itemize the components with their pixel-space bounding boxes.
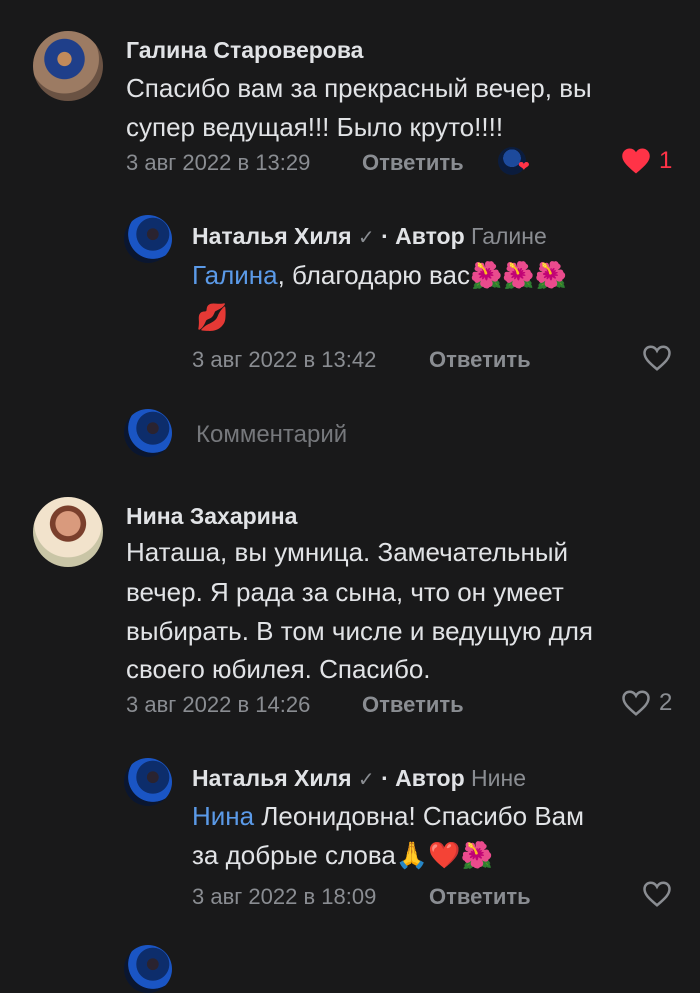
like-button[interactable]: 1 — [621, 147, 672, 175]
like-button[interactable]: 2 — [621, 689, 672, 717]
reply-button[interactable]: Ответить — [362, 692, 464, 718]
reply-text: , благодарю вас — [277, 260, 470, 290]
comment-text-line: своего юбилея. Спасибо. — [126, 654, 431, 684]
like-count: 2 — [659, 689, 673, 716]
comment-text-line: Спасибо вам за прекрасный вечер, вы — [126, 73, 592, 103]
heart-filled-icon — [622, 148, 650, 174]
heart-outline-icon — [643, 881, 671, 907]
like-button[interactable] — [642, 880, 672, 908]
comment-text-line: выбирать. В том числе и ведущую для — [126, 616, 593, 646]
reply-to[interactable]: Нине — [471, 765, 526, 791]
kiss-emoji: 💋 — [196, 303, 229, 333]
avatar-nina[interactable] — [33, 497, 103, 567]
avatar-galina[interactable] — [33, 31, 103, 101]
author-badge: · Автор — [381, 223, 465, 249]
reply-button[interactable]: Ответить — [429, 347, 531, 373]
reply-date: 3 авг 2022 в 18:09 — [192, 884, 377, 909]
comment-author[interactable]: Нина Захарина — [126, 503, 297, 530]
reply-author[interactable]: Наталья Хиля — [192, 223, 352, 249]
like-count: 1 — [659, 147, 673, 174]
reply-author-line: Наталья Хиля ✓ · Автор Нине — [192, 765, 526, 792]
comment-author[interactable]: Галина Староверова — [126, 37, 363, 64]
like-button[interactable] — [642, 344, 672, 372]
avatar-natalya[interactable] — [124, 945, 172, 993]
reply-text: Леонидовна! Спасибо Вам — [254, 801, 585, 831]
liker-heart-icon: ❤ — [518, 158, 530, 174]
reply-text-line: Галина, благодарю вас🌺🌺🌺 — [192, 256, 567, 295]
reply-text-line: за добрые слова🙏❤️🌺 — [192, 836, 493, 875]
comment-date: 3 авг 2022 в 13:29 — [126, 150, 311, 175]
reply-to[interactable]: Галине — [471, 223, 547, 249]
reply-author[interactable]: Наталья Хиля — [192, 765, 352, 791]
flower-emoji: 🌺🌺🌺 — [470, 261, 568, 291]
reply-button[interactable]: Ответить — [429, 884, 531, 910]
reply-text: за добрые слова — [192, 840, 396, 870]
mention-link[interactable]: Галина — [192, 260, 278, 290]
reply-date: 3 авг 2022 в 13:42 — [192, 347, 377, 372]
comment-input[interactable]: Комментарий — [196, 421, 347, 449]
heart-outline-icon — [643, 345, 671, 371]
reply-text-line: Нина Леонидовна! Спасибо Вам — [192, 797, 584, 835]
emoji-group: 🙏❤️🌺 — [395, 841, 493, 871]
mention-link[interactable]: Нина — [192, 801, 254, 831]
comment-text-line: вечер. Я рада за сына, что он умеет — [126, 577, 564, 607]
author-badge: · Автор — [381, 765, 465, 791]
verified-icon: ✓ — [357, 227, 375, 249]
reply-button[interactable]: Ответить — [362, 150, 464, 176]
heart-outline-icon — [622, 690, 650, 716]
verified-icon: ✓ — [357, 769, 375, 791]
comment-text-line: супер ведущая!!! Было круто!!!! — [126, 112, 504, 142]
comment-text-line: Наташа, вы умница. Замечательный — [126, 537, 569, 567]
current-user-avatar — [124, 409, 172, 457]
avatar-natalya[interactable] — [124, 215, 172, 263]
avatar-natalya[interactable] — [124, 758, 172, 806]
comment-date: 3 авг 2022 в 14:26 — [126, 692, 311, 717]
reply-author-line: Наталья Хиля ✓ · Автор Галине — [192, 223, 547, 250]
